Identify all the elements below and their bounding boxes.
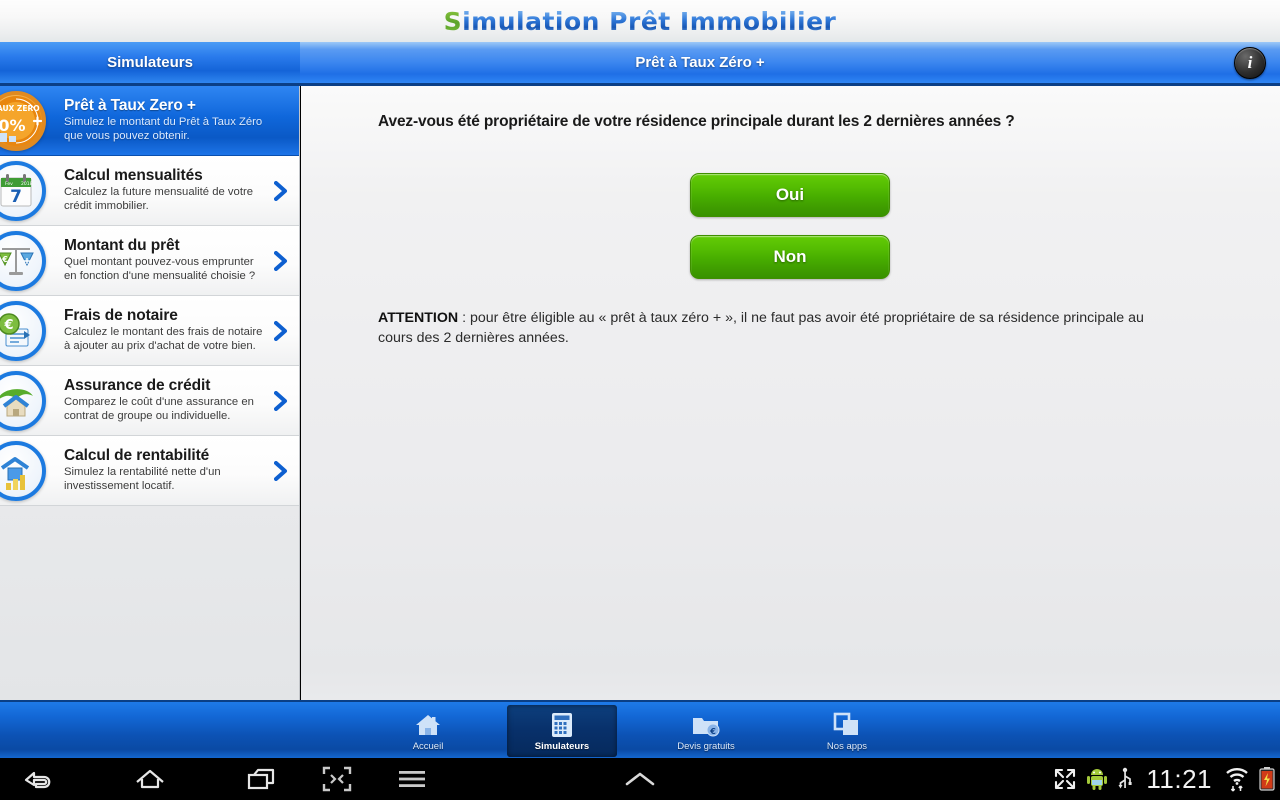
- system-clock: 11:21: [1146, 763, 1212, 794]
- chevron-right-icon: [274, 460, 288, 481]
- euro-document-icon: €: [0, 301, 46, 361]
- android-robot-icon: [1086, 767, 1108, 791]
- answer-yes-button[interactable]: Oui: [690, 173, 890, 217]
- sidebar-item-desc: Simulez la rentabilité nette d'un invest…: [64, 465, 221, 492]
- attention-body: : pour être éligible au « prêt à taux zé…: [378, 310, 1144, 346]
- nav-label: Simulateurs: [534, 740, 590, 752]
- answer-no-button[interactable]: Non: [690, 235, 890, 279]
- sidebar-item-desc: Calculez la future mensualité de votre c…: [64, 185, 254, 212]
- svg-text:2018: 2018: [21, 181, 33, 187]
- sidebar-item-frais-de-notaire[interactable]: € Frais de notaire Calculez le montant d…: [0, 296, 299, 366]
- folder-euro-icon: €: [691, 711, 721, 738]
- app-title-initial: S: [443, 6, 463, 36]
- house-chart-icon: [0, 441, 46, 501]
- sidebar-item-desc: Simulez le montant du Prêt à Taux Zéro q…: [64, 115, 263, 142]
- sidebar-item-montant-du-pret[interactable]: € Montant du prêt Quel montant pouvez-vo…: [0, 226, 299, 296]
- content-header: Prêt à Taux Zéro + i: [300, 42, 1280, 86]
- answer-button-group: Oui Non: [690, 173, 890, 297]
- header-row: Simulateurs Prêt à Taux Zéro + i: [0, 42, 1280, 86]
- calculator-icon: [549, 711, 575, 738]
- taux-zero-badge-icon: TAUX ZERO 0%: [0, 91, 46, 151]
- recent-apps-icon[interactable]: [225, 758, 299, 800]
- app-title-bar: Simulation Prêt Immobilier: [0, 0, 1280, 42]
- sidebar-header-title: Simulateurs: [107, 54, 193, 71]
- chevron-right-icon: [274, 320, 288, 341]
- windows-stack-icon: [833, 711, 861, 738]
- sidebar-item-title: Frais de notaire: [64, 306, 178, 324]
- sidebar-item-pret-taux-zero[interactable]: TAUX ZERO 0% Prêt à Taux Zero + Simulez …: [0, 86, 299, 156]
- chevron-right-icon: [274, 250, 288, 271]
- nav-label: Nos apps: [826, 740, 868, 752]
- android-system-bar[interactable]: 11:21: [0, 758, 1280, 800]
- home-icon[interactable]: [113, 758, 187, 800]
- app-title: Simulation Prêt Immobilier: [444, 7, 837, 36]
- nav-item-accueil[interactable]: Accueil: [373, 705, 483, 757]
- sidebar-item-calcul-de-rentabilite[interactable]: Calcul de rentabilité Simulez la rentabi…: [0, 436, 299, 506]
- umbrella-house-icon: [0, 371, 46, 431]
- sidebar-item-assurance-de-credit[interactable]: Assurance de crédit Comparez le coût d'u…: [0, 366, 299, 436]
- page-title: Prêt à Taux Zéro +: [635, 54, 765, 71]
- info-icon[interactable]: i: [1234, 47, 1266, 79]
- sidebar-header: Simulateurs: [0, 42, 300, 86]
- usb-icon: [1117, 767, 1133, 791]
- menu-icon[interactable]: [375, 758, 449, 800]
- battery-low-icon: [1258, 766, 1276, 792]
- attention-label: ATTENTION: [378, 310, 459, 326]
- balance-scale-icon: €: [0, 231, 46, 291]
- svg-text:0%: 0%: [0, 116, 26, 135]
- chevron-right-icon: [274, 180, 288, 201]
- content-panel: Avez-vous été propriétaire de votre rési…: [301, 86, 1280, 700]
- nav-label: Devis gratuits: [677, 740, 735, 752]
- svg-text:€: €: [3, 318, 13, 333]
- screen-capture-icon[interactable]: [300, 758, 374, 800]
- expand-fullscreen-icon[interactable]: [1053, 767, 1077, 791]
- svg-text:€: €: [709, 727, 716, 736]
- question-label: Avez-vous été propriétaire de votre rési…: [378, 113, 1015, 130]
- chevron-right-icon: [274, 390, 288, 411]
- sidebar-simulators-list[interactable]: TAUX ZERO 0% Prêt à Taux Zero + Simulez …: [0, 86, 300, 700]
- svg-text:€: €: [1, 255, 8, 264]
- sidebar-item-title: Calcul de rentabilité: [64, 446, 210, 464]
- sidebar-item-title: Montant du prêt: [64, 236, 180, 254]
- chevron-up-icon[interactable]: [603, 758, 677, 800]
- nav-item-devis-gratuits[interactable]: € Devis gratuits: [651, 705, 761, 757]
- sidebar-item-desc: Calculez le montant des frais de notaire…: [64, 325, 263, 352]
- back-icon[interactable]: [2, 758, 76, 800]
- sidebar-item-desc: Quel montant pouvez-vous emprunter en fo…: [64, 255, 256, 282]
- wifi-icon: [1225, 766, 1249, 792]
- sidebar-item-title: Calcul mensualités: [64, 166, 203, 184]
- bottom-navigation-bar[interactable]: Accueil Simulateurs € Devis gratuits Nos…: [0, 700, 1280, 758]
- attention-notice: ATTENTION : pour être éligible au « prêt…: [378, 309, 1158, 348]
- sidebar-item-desc: Comparez le coût d'une assurance en cont…: [64, 395, 254, 422]
- nav-item-nos-apps[interactable]: Nos apps: [792, 705, 902, 757]
- home-icon: [413, 711, 443, 738]
- svg-text:TAUX ZERO: TAUX ZERO: [0, 104, 40, 113]
- svg-text:7: 7: [10, 187, 22, 207]
- nav-label: Accueil: [412, 740, 444, 752]
- app-title-rest: imulation Prêt Immobilier: [462, 6, 837, 36]
- sidebar-item-title: Assurance de crédit: [64, 376, 211, 394]
- sidebar-item-title: Prêt à Taux Zero +: [64, 96, 196, 114]
- calendar-icon: Fev 2018 7: [0, 161, 46, 221]
- sidebar-item-calcul-mensualites[interactable]: Fev 2018 7 Calcul mensualités Calculez l…: [0, 156, 299, 226]
- nav-item-simulateurs[interactable]: Simulateurs: [507, 705, 617, 757]
